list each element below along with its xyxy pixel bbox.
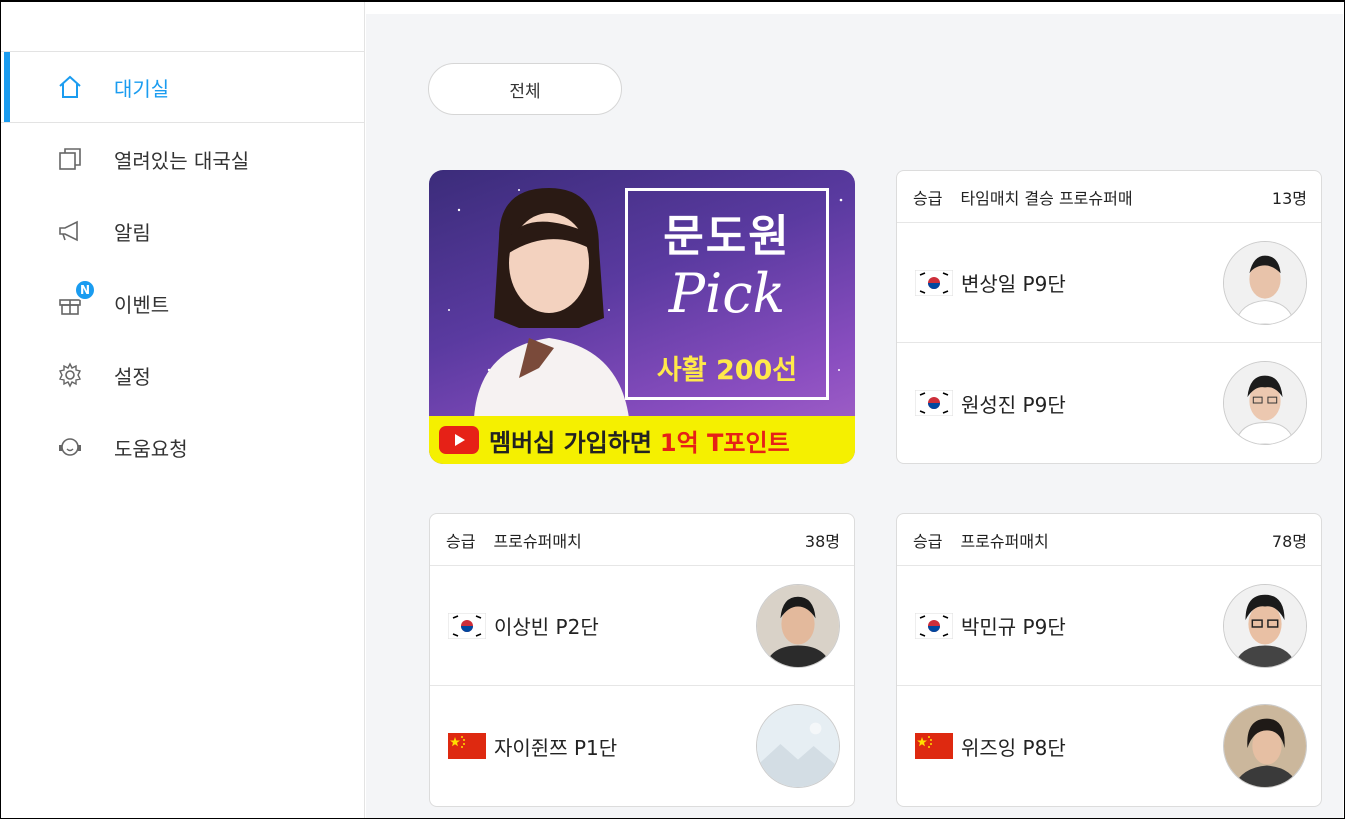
player-name: 위즈잉 P8단 [961, 735, 1066, 760]
player-row[interactable]: 이상빈 P2단 [430, 566, 854, 686]
youtube-icon [439, 426, 479, 454]
player-row[interactable]: 변상일 P9단 [897, 223, 1321, 343]
banner-title: 문도원 [663, 211, 791, 262]
banner-script-text: Pick [668, 262, 786, 325]
player-name: 자이쥔쯔 P1단 [494, 735, 618, 760]
player-avatar [1223, 361, 1307, 445]
player-row[interactable]: 자이쥔쯔 P1단 [430, 686, 854, 806]
player-avatar [1223, 704, 1307, 788]
player-avatar [756, 583, 840, 668]
player-name: 원성진 P9단 [961, 392, 1066, 417]
sidebar-item-label: 알림 [114, 220, 151, 245]
sidebar-item-label: 이벤트 [114, 292, 170, 317]
promo-banner[interactable]: 문도원 Pick 사활 200선 멤버십 가입하면 1억 T포인트 [429, 170, 855, 464]
home-icon [54, 71, 86, 103]
match-card[interactable]: 승급 프로슈퍼매치 38명 이상빈 P2단 자이쥔쯔 P1단 [429, 513, 855, 807]
player-avatar [1223, 240, 1307, 325]
sidebar-item-label: 설정 [114, 364, 151, 389]
card-grade: 승급 [913, 188, 943, 208]
placeholder-avatar [756, 704, 840, 788]
sidebar-item-settings[interactable]: 설정 [0, 339, 364, 411]
card-grade: 승급 [913, 531, 943, 551]
main-content: 전체 문도원 Pick 사활 200선 멤버십 가입하면 1억 T포인트 승급 … [366, 14, 1343, 819]
korea-flag-icon [914, 269, 954, 296]
card-grade: 승급 [446, 531, 476, 551]
match-card[interactable]: 승급 프로슈퍼매치 78명 박민규 P9단 위즈잉 P8단 [896, 513, 1322, 807]
headset-icon [54, 431, 86, 463]
top-strip [366, 0, 1343, 14]
sidebar-item-notifications[interactable]: 알림 [0, 195, 364, 267]
sidebar-item-open-rooms[interactable]: 열려있는 대국실 [0, 123, 364, 195]
gift-icon: N [54, 279, 96, 319]
sidebar-item-lobby[interactable]: 대기실 [0, 52, 364, 123]
filter-all-button[interactable]: 전체 [428, 63, 622, 115]
card-title: 타임매치 결승 프로슈퍼매 [960, 188, 1133, 208]
gear-icon [54, 359, 86, 391]
sidebar-item-label: 대기실 [114, 76, 170, 101]
copy-icon [54, 143, 86, 175]
presenter-illustration [474, 188, 629, 418]
card-count: 13명 [1271, 188, 1307, 208]
china-flag-icon [448, 733, 486, 759]
card-count: 78명 [1271, 531, 1307, 551]
card-header: 승급 프로슈퍼매치 78명 [897, 514, 1321, 566]
sidebar-item-label: 열려있는 대국실 [114, 148, 250, 173]
sidebar-item-help[interactable]: 도움요청 [0, 411, 364, 483]
match-card[interactable]: 승급 타임매치 결승 프로슈퍼매 13명 변상일 P9단 원성진 P9단 [896, 170, 1322, 464]
player-name: 박민규 P9단 [961, 615, 1066, 639]
china-flag-icon [915, 733, 953, 759]
player-name: 이상빈 P2단 [494, 615, 599, 639]
sidebar-item-label: 도움요청 [114, 436, 188, 461]
card-header: 승급 프로슈퍼매치 38명 [430, 514, 854, 566]
card-header: 승급 타임매치 결승 프로슈퍼매 13명 [897, 171, 1321, 223]
player-name: 변상일 P9단 [961, 272, 1066, 296]
card-title: 프로슈퍼매치 [960, 531, 1049, 551]
sidebar-header [0, 0, 364, 52]
sidebar: 대기실 열려있는 대국실 알림 N 이벤트 설정 도움요청 [0, 0, 365, 819]
new-badge: N [74, 279, 96, 301]
sidebar-item-events[interactable]: N 이벤트 [0, 267, 364, 339]
korea-flag-icon [447, 612, 487, 639]
banner-bar-text: 멤버십 가입하면 [489, 428, 652, 457]
korea-flag-icon [914, 389, 954, 417]
banner-subtitle: 사활 200선 [656, 355, 798, 386]
player-avatar [1223, 583, 1307, 668]
player-row[interactable]: 위즈잉 P8단 [897, 686, 1321, 806]
player-row[interactable]: 원성진 P9단 [897, 343, 1321, 463]
card-title: 프로슈퍼매치 [493, 531, 582, 551]
player-row[interactable]: 박민규 P9단 [897, 566, 1321, 686]
korea-flag-icon [914, 612, 954, 639]
banner-bar-highlight: 1억 T포인트 [659, 428, 790, 457]
banner-membership-bar: 멤버십 가입하면 1억 T포인트 [429, 416, 855, 464]
card-count: 38명 [804, 531, 840, 551]
megaphone-icon [54, 215, 86, 247]
